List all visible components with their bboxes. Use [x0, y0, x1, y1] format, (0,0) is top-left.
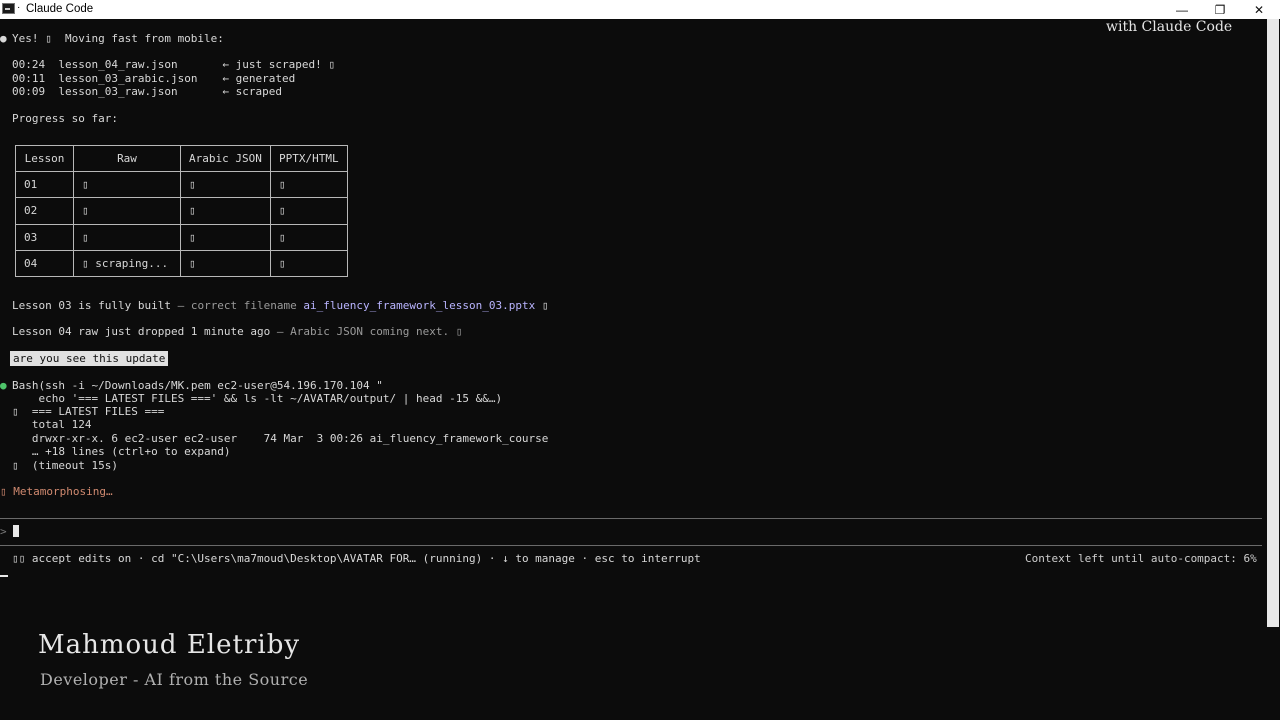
raw-lead: Lesson 04 raw just dropped 1 minute ago — [12, 325, 271, 338]
file-name: lesson_04_raw.json — [58, 58, 178, 71]
text-cursor — [13, 525, 20, 537]
file-time: 00:11 — [12, 72, 46, 85]
corner-watermark-text: with Claude Code — [1106, 19, 1233, 35]
table-row: 02 ▯ ▯ ▯ — [15, 197, 348, 225]
terminal-app-icon — [2, 3, 15, 14]
table-row: 03 ▯ ▯ ▯ — [15, 223, 348, 251]
underscore-cursor — [0, 575, 8, 577]
table-cell: ▯ — [269, 171, 348, 199]
tool-output-line: ▯ (timeout 15s) — [12, 459, 118, 472]
file-row: 00:09 lesson_03_raw.json ← scraped — [12, 85, 282, 98]
input-bottom-divider — [0, 545, 1262, 546]
table-cell: ▯ — [73, 171, 181, 199]
file-time: 00:24 — [12, 58, 46, 71]
spinner-icon: ▯ — [0, 485, 7, 498]
title-separator: · — [17, 2, 21, 13]
assistant-message: Yes! ▯ Moving fast from mobile: — [12, 32, 224, 45]
tool-command: (ssh -i ~/Downloads/MK.pem ec2-user@54.1… — [38, 379, 383, 392]
window-titlebar: · Claude Code — ❐ ✕ — [0, 0, 1280, 19]
raw-status-line: Lesson 04 raw just dropped 1 minute ago … — [12, 325, 462, 338]
input-top-divider — [0, 518, 1262, 519]
built-tail: ▯ — [535, 299, 549, 312]
prompt-input-row[interactable]: > — [0, 525, 20, 538]
accept-edits-icon: ▯▯ — [12, 552, 26, 565]
assistant-bullet: ● — [0, 32, 7, 45]
tool-bullet: ● — [0, 379, 7, 392]
table-cell: 03 — [15, 223, 74, 251]
minimize-icon[interactable]: — — [1163, 0, 1201, 19]
file-row: 00:11 lesson_03_arabic.json ← generated — [12, 72, 295, 85]
spinner-status: ▯ Metamorphosing… — [0, 485, 113, 498]
built-filename: ai_fluency_framework_lesson_03.pptx — [303, 299, 536, 312]
file-status: ← just scraped! ▯ — [222, 58, 335, 71]
column-header: Lesson — [15, 144, 74, 173]
table-header-row: Lesson Raw Arabic JSON PPTX/HTML — [15, 144, 348, 173]
table-row: 04 ▯ scraping... ▯ ▯ — [15, 249, 348, 277]
tool-name: Bash — [12, 379, 39, 392]
table-cell: ▯ — [269, 197, 348, 225]
table-cell: 02 — [15, 197, 74, 225]
tool-output-line: drwxr-xr-x. 6 ec2-user ec2-user 74 Mar 3… — [12, 432, 549, 445]
prompt-chevron-icon: > — [0, 525, 7, 538]
raw-tail: — Arabic JSON coming next. ▯ — [270, 325, 463, 338]
file-name: lesson_03_raw.json — [58, 85, 178, 98]
scrollbar-thumb[interactable] — [1267, 19, 1279, 627]
user-message-row: are you see this update — [10, 351, 169, 366]
table-row: 01 ▯ ▯ ▯ — [15, 171, 348, 199]
table-cell: ▯ — [73, 223, 181, 251]
signature-subtitle: Developer - AI from the Source — [40, 670, 309, 689]
table-cell: ▯ — [180, 249, 271, 277]
file-name: lesson_03_arabic.json — [58, 72, 198, 85]
column-header: PPTX/HTML — [269, 144, 348, 173]
table-cell: 01 — [15, 171, 74, 199]
table-cell: ▯ — [269, 223, 348, 251]
progress-table: Lesson Raw Arabic JSON PPTX/HTML 01 ▯ ▯ … — [15, 144, 348, 277]
close-icon[interactable]: ✕ — [1240, 0, 1278, 19]
table-cell: ▯ — [180, 197, 271, 225]
file-time: 00:09 — [12, 85, 46, 98]
table-cell: ▯ scraping... — [73, 249, 181, 277]
file-status: ← scraped — [222, 85, 282, 98]
built-middle: — correct filename — [170, 299, 304, 312]
context-remaining: Context left until auto-compact: 6% — [1025, 552, 1257, 565]
spinner-text: Metamorphosing… — [6, 485, 113, 498]
tool-output-line: ▯ === LATEST FILES === — [12, 405, 165, 418]
status-bar-left: ▯▯ accept edits on · cd "C:\Users\ma7mou… — [12, 552, 701, 565]
expand-hint[interactable]: … +18 lines (ctrl+o to expand) — [12, 445, 231, 458]
tool-command-continued: echo '=== LATEST FILES ===' && ls -lt ~/… — [12, 392, 503, 405]
table-cell: 04 — [15, 249, 74, 277]
restore-icon[interactable]: ❐ — [1201, 0, 1239, 19]
built-lead: Lesson 03 is fully built — [12, 299, 171, 312]
status-text: accept edits on · cd "C:\Users\ma7moud\D… — [25, 552, 701, 565]
user-message: are you see this update — [10, 351, 169, 366]
file-row: 00:24 lesson_04_raw.json ← just scraped! … — [12, 58, 335, 71]
column-header: Raw — [73, 144, 181, 173]
signature-name: Mahmoud Eletriby — [38, 630, 301, 660]
column-header: Arabic JSON — [180, 144, 271, 173]
window-title: Claude Code — [26, 3, 94, 15]
built-status-line: Lesson 03 is fully built — correct filen… — [12, 299, 548, 312]
table-cell: ▯ — [269, 249, 348, 277]
table-cell: ▯ — [180, 223, 271, 251]
table-cell: ▯ — [73, 197, 181, 225]
table-cell: ▯ — [180, 171, 271, 199]
progress-label: Progress so far: — [12, 112, 118, 125]
tool-output-line: total 124 — [12, 418, 92, 431]
file-status: ← generated — [222, 72, 296, 85]
tool-call-line: Bash(ssh -i ~/Downloads/MK.pem ec2-user@… — [12, 379, 383, 392]
